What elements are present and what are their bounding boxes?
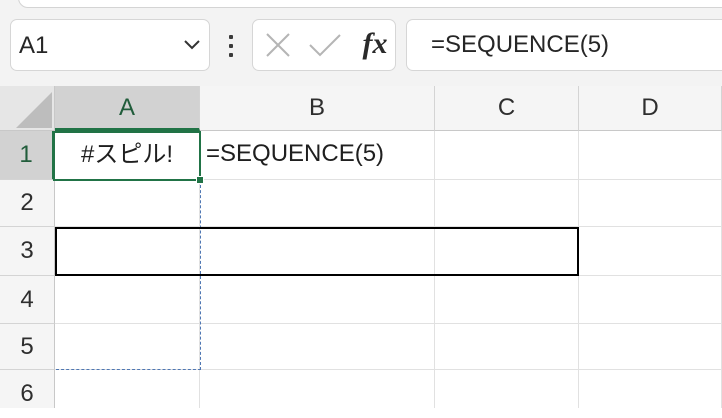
select-all-button[interactable] [0,86,55,131]
column-header-b[interactable]: B [200,86,435,131]
cell-c1[interactable] [435,131,579,180]
cell-a2[interactable] [55,180,200,227]
cell-c3[interactable] [435,227,579,276]
column-header-a[interactable]: A [55,86,200,131]
chevron-down-icon[interactable] [183,38,201,52]
row-header-1[interactable]: 1 [0,131,55,180]
cell-d6[interactable] [579,370,722,408]
formula-input[interactable]: =SEQUENCE(5) [406,19,722,71]
cell-d5[interactable] [579,324,722,370]
row-header-3[interactable]: 3 [0,227,55,276]
cell-c6[interactable] [435,370,579,408]
row-header-2[interactable]: 2 [0,180,55,227]
cell-d1[interactable] [579,131,722,180]
name-box[interactable]: A1 [10,19,210,71]
cell-a6[interactable] [55,370,200,408]
cell-b1[interactable]: =SEQUENCE(5) [200,131,435,180]
cell-a1[interactable]: #スピル! [55,131,200,180]
cell-c4[interactable] [435,276,579,324]
cell-b4[interactable] [200,276,435,324]
cell-d2[interactable] [579,180,722,227]
more-options-icon[interactable] [226,33,236,59]
cell-a3[interactable] [55,227,200,276]
cell-b3[interactable] [200,227,435,276]
ribbon-edge [0,0,722,8]
fill-handle[interactable] [196,176,204,184]
formula-text: =SEQUENCE(5) [431,31,610,58]
row-header-5[interactable]: 5 [0,324,55,370]
formula-actions: fx [252,19,396,71]
insert-function-button[interactable]: fx [357,20,393,70]
cell-c2[interactable] [435,180,579,227]
cell-a4[interactable] [55,276,200,324]
column-header-c[interactable]: C [435,86,579,131]
cell-c5[interactable] [435,324,579,370]
cell-b6[interactable] [200,370,435,408]
cell-b2[interactable] [200,180,435,227]
column-header-d[interactable]: D [579,86,722,131]
cell-d4[interactable] [579,276,722,324]
row-header-6[interactable]: 6 [0,370,55,408]
checkmark-icon[interactable] [307,20,343,70]
formula-bar-area: A1 fx =SEQUENCE(5) [0,0,722,86]
cell-b5[interactable] [200,324,435,370]
name-box-value: A1 [19,32,49,59]
row-header-4[interactable]: 4 [0,276,55,324]
cell-d3[interactable] [579,227,722,276]
cell-a5[interactable] [55,324,200,370]
x-icon[interactable] [263,20,293,70]
